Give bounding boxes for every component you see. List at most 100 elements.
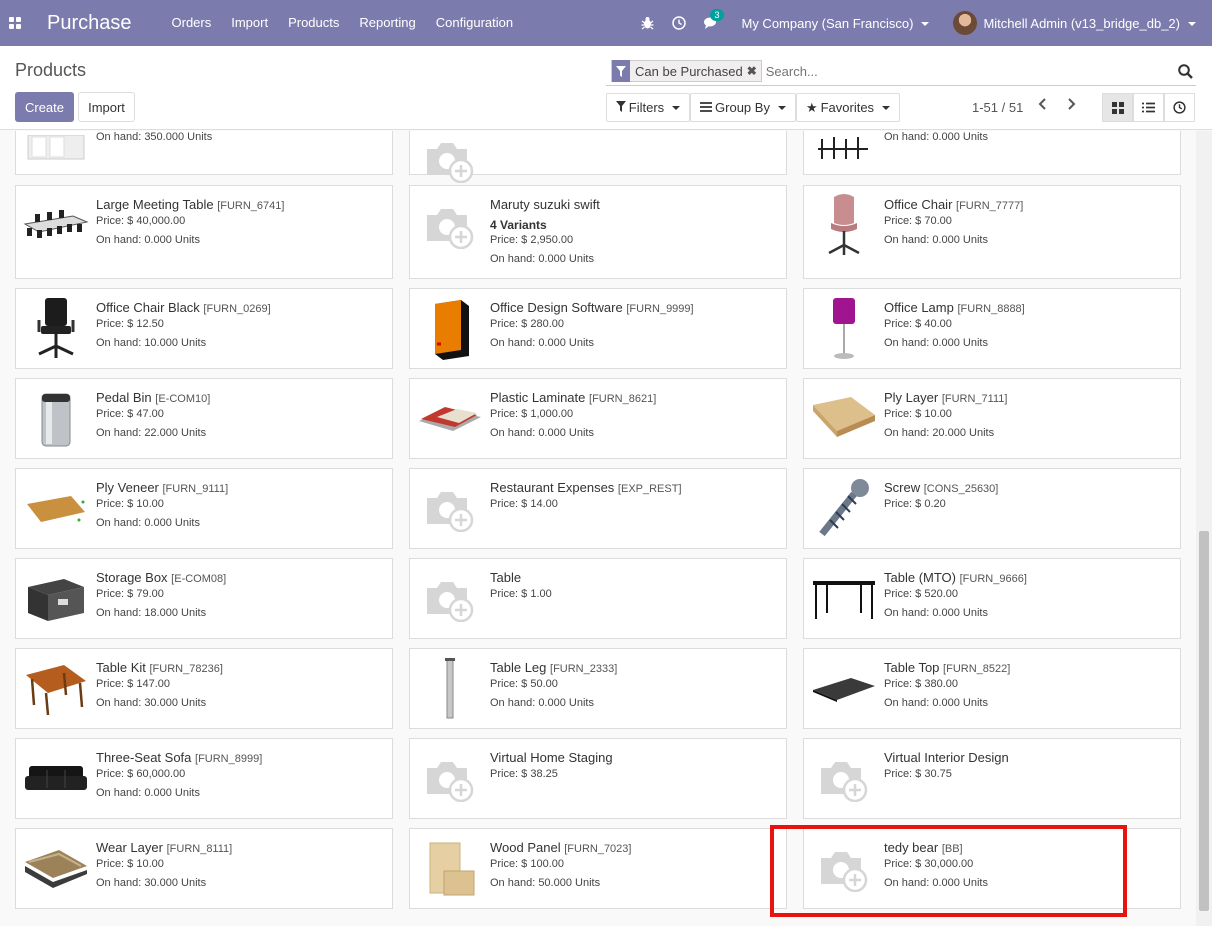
product-card[interactable]: Price: $ 520.00On hand: 350.000 Units	[15, 131, 393, 175]
pager-previous-icon[interactable]	[1038, 97, 1048, 114]
filters-label: Filters	[628, 100, 665, 115]
product-price: Price: $ 10.00	[96, 857, 164, 870]
product-card[interactable]: Screw [CONS_25630] Price: $ 0.20	[803, 468, 1181, 549]
product-onhand: On hand: 0.000 Units	[490, 336, 594, 349]
list-bars-icon	[700, 100, 713, 115]
groupby-dropdown[interactable]: Group By	[690, 93, 796, 122]
product-code: [E-COM10]	[155, 393, 211, 405]
product-card[interactable]: Price: $ 1,700.00On hand: 0.000 Units	[803, 131, 1181, 175]
product-price: Price: $ 100.00	[490, 857, 564, 870]
product-card[interactable]: Table Kit [FURN_78236] Price: $ 147.00 On …	[15, 648, 393, 729]
list-view-icon[interactable]	[1133, 93, 1164, 122]
product-name: Restaurant Expenses	[490, 480, 615, 495]
menu-import[interactable]: Import	[221, 0, 278, 46]
product-name: Office Chair	[884, 197, 953, 212]
card-body: Restaurant Expenses [EXP_REST] Price: $ 1…	[490, 479, 780, 512]
product-card[interactable]: Maruty suzuki swift 4 Variants Price: $ 2,…	[409, 185, 787, 279]
star-icon: ★	[805, 99, 818, 115]
product-onhand: On hand: 30.000 Units	[96, 876, 207, 889]
pager-value[interactable]: 1-51 / 51	[972, 100, 1023, 115]
product-card[interactable]: Office Chair [FURN_7777] Price: $ 70.00 On…	[803, 185, 1181, 279]
product-card[interactable]: Office Design Software [FURN_9999] Price:…	[409, 288, 787, 369]
product-card[interactable]: Restaurant Expenses [EXP_REST] Price: $ 1…	[409, 468, 787, 549]
card-title-line: Table	[490, 569, 780, 587]
menu-orders[interactable]: Orders	[162, 0, 222, 46]
favorites-dropdown[interactable]: ★ Favorites	[796, 93, 900, 122]
product-card[interactable]: Ply Veneer [FURN_9111] Price: $ 10.00 On h…	[15, 468, 393, 549]
product-card[interactable]: tedy bear [BB] Price: $ 30,000.00 On hand:…	[803, 828, 1181, 909]
product-onhand: On hand: 0.000 Units	[884, 233, 988, 246]
filter-icon	[615, 100, 626, 115]
activity-view-icon[interactable]	[1164, 93, 1195, 122]
product-card[interactable]: Pedal Bin [E-COM10] Price: $ 47.00 On hand…	[15, 378, 393, 459]
filters-dropdown[interactable]: Filters	[606, 93, 690, 122]
menu-products[interactable]: Products	[278, 0, 349, 46]
remove-facet-icon[interactable]: ✖	[747, 64, 761, 78]
chat-icon[interactable]: 3	[695, 8, 727, 30]
image-placeholder-icon	[416, 745, 484, 813]
card-body: Table Top [FURN_8522] Price: $ 380.00 On h…	[884, 659, 1174, 711]
product-name: Table	[490, 570, 522, 585]
product-card[interactable]: Wear Layer [FURN_8111] Price: $ 10.00 On h…	[15, 828, 393, 909]
create-button[interactable]: Create	[15, 92, 74, 122]
product-onhand: On hand: 0.000 Units	[96, 233, 200, 246]
card-title-line: Ply Veneer [FURN_9111]	[96, 479, 386, 497]
scrollbar-thumb[interactable]	[1199, 531, 1209, 911]
search-input[interactable]	[761, 63, 1174, 79]
product-card[interactable]: Storage Box [E-COM08] Price: $ 79.00 On ha…	[15, 558, 393, 639]
card-title-line: Office Design Software [FURN_9999]	[490, 299, 780, 317]
product-name: Screw	[884, 480, 921, 495]
product-card[interactable]: Office Chair Black [FURN_0269] Price: $ 1…	[15, 288, 393, 369]
menu-reporting[interactable]: Reporting	[349, 0, 425, 46]
product-card[interactable]: Office Lamp [FURN_8888] Price: $ 40.00 On …	[803, 288, 1181, 369]
card-body: Table Price: $ 1.00	[490, 569, 780, 601]
product-code: [FURN_9111]	[162, 483, 229, 495]
user-avatar[interactable]	[953, 11, 978, 35]
product-image	[810, 655, 878, 723]
kanban-view: Price: $ 520.00On hand: 350.000 Units Pri…	[0, 131, 1196, 926]
product-card[interactable]: Wood Panel [FURN_7023] Price: $ 100.00 On …	[409, 828, 787, 909]
product-name: Virtual Home Staging	[490, 750, 613, 765]
import-button[interactable]: Import	[78, 92, 135, 122]
filter-icon	[612, 60, 630, 82]
product-card[interactable]: Virtual Home Staging Price: $ 38.25	[409, 738, 787, 819]
product-card[interactable]: Virtual Interior Design Price: $ 30.75	[803, 738, 1181, 819]
product-card[interactable]: Table (MTO) [FURN_9666] Price: $ 520.00 On…	[803, 558, 1181, 639]
caret-down-icon	[672, 105, 681, 110]
product-code: [FURN_8522]	[943, 663, 1011, 675]
product-code: [FURN_8888]	[957, 303, 1025, 315]
product-image	[416, 295, 484, 363]
user-menu[interactable]: Mitchell Admin (v13_bridge_db_2)	[983, 16, 1196, 31]
product-price: Price: $ 12.50	[96, 317, 164, 330]
app-brand[interactable]: Purchase	[47, 12, 132, 35]
kanban-view-icon[interactable]	[1102, 93, 1133, 122]
card-body: Office Chair [FURN_7777] Price: $ 70.00 On…	[884, 196, 1174, 248]
menu-configuration[interactable]: Configuration	[426, 0, 523, 46]
apps-menu-icon[interactable]	[0, 0, 30, 46]
pager-next-icon[interactable]	[1066, 97, 1076, 114]
product-card[interactable]: Ply Layer [FURN_7111] Price: $ 10.00 On ha…	[803, 378, 1181, 459]
product-image	[416, 655, 484, 723]
card-body: Storage Box [E-COM08] Price: $ 79.00 On ha…	[96, 569, 386, 621]
search-icon[interactable]	[1174, 63, 1196, 79]
product-card[interactable]: Three-Seat Sofa [FURN_8999] Price: $ 60,0…	[15, 738, 393, 819]
image-placeholder-icon	[810, 835, 878, 903]
product-card[interactable]: Large Meeting Table [FURN_6741] Price: $ …	[15, 185, 393, 279]
bug-icon[interactable]	[631, 16, 663, 30]
scrollbar[interactable]	[1196, 131, 1212, 926]
product-image	[22, 655, 90, 723]
product-code: [E-COM08]	[171, 573, 227, 585]
card-title-line: Wear Layer [FURN_8111]	[96, 839, 386, 857]
company-switcher[interactable]: My Company (San Francisco)	[741, 16, 930, 31]
product-price: Price: $ 79.00	[96, 587, 164, 600]
product-image	[810, 192, 878, 260]
activity-clock-icon[interactable]	[663, 16, 695, 30]
card-title-line: Wood Panel [FURN_7023]	[490, 839, 780, 857]
product-card[interactable]: Price: $ 1.00	[409, 131, 787, 183]
product-card[interactable]: Table Leg [FURN_2333] Price: $ 50.00 On ha…	[409, 648, 787, 729]
product-image	[810, 475, 878, 543]
user-name: Mitchell Admin (v13_bridge_db_2)	[983, 15, 1180, 31]
product-card[interactable]: Table Top [FURN_8522] Price: $ 380.00 On h…	[803, 648, 1181, 729]
product-card[interactable]: Plastic Laminate [FURN_8621] Price: $ 1,0…	[409, 378, 787, 459]
product-card[interactable]: Table Price: $ 1.00	[409, 558, 787, 639]
